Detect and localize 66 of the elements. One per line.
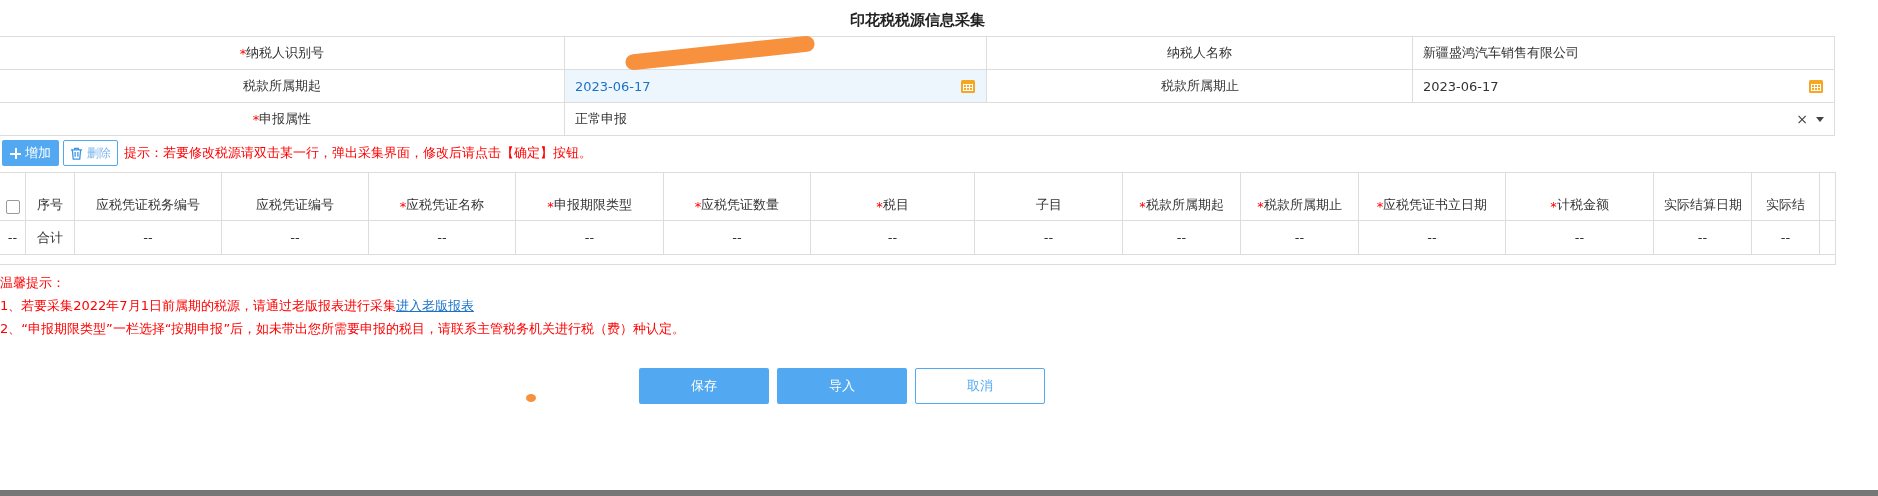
table-cell: --: [732, 230, 742, 245]
field-label: 税款所属期止: [1160, 77, 1239, 95]
column-header: 税款所属期止: [1263, 196, 1342, 214]
date-field[interactable]: 2023-06-17: [1413, 70, 1834, 102]
required-mark: *: [694, 199, 702, 214]
column-header: 计税金额: [1556, 196, 1609, 214]
select-field[interactable]: 正常申报 ×: [565, 103, 1834, 135]
table-cell: --: [1574, 230, 1585, 245]
table-cell: --: [437, 230, 447, 245]
old-report-link[interactable]: 进入老版报表: [395, 298, 474, 313]
field-label: 申报属性: [259, 110, 312, 128]
date-field[interactable]: 2023-06-17: [565, 70, 986, 102]
checkbox[interactable]: [5, 200, 20, 214]
required-mark: *: [399, 199, 407, 214]
required-mark: *: [1376, 199, 1384, 214]
table-cell: --: [887, 230, 898, 245]
add-button[interactable]: 增加: [2, 140, 59, 166]
required-mark: *: [547, 199, 554, 214]
column-header: 税款所属期起: [1145, 196, 1224, 214]
table-cell: --: [1176, 230, 1187, 245]
calendar-icon[interactable]: [1808, 78, 1824, 94]
clear-icon[interactable]: ×: [1796, 111, 1808, 127]
table-cell: 合计: [37, 228, 63, 247]
table-cell: --: [7, 230, 18, 245]
hint-text: 提示：若要修改税源请双击某一行，弹出采集界面，修改后请点击【确定】按钮。: [124, 144, 592, 162]
table-cell: --: [143, 230, 153, 245]
column-header: 税目: [882, 196, 909, 214]
field-value: 新疆盛鸿汽车销售有限公司: [1423, 44, 1579, 62]
action-button[interactable]: 导入: [776, 368, 907, 404]
plus-icon: [10, 147, 21, 159]
annotation-dot: [526, 394, 536, 402]
required-mark: *: [1257, 199, 1264, 214]
table-cell: --: [1427, 230, 1437, 245]
column-header: 应税凭证数量: [701, 196, 780, 214]
table-cell: --: [1043, 230, 1054, 245]
column-header: 序号: [37, 196, 63, 214]
column-header: 实际结算日期: [1663, 196, 1742, 214]
required-mark: *: [252, 111, 260, 127]
column-header: 应税凭证编号: [256, 196, 334, 214]
required-mark: *: [1139, 199, 1146, 214]
column-header: 应税凭证名称: [406, 196, 485, 214]
required-mark: *: [1550, 199, 1557, 214]
required-mark: *: [239, 45, 247, 61]
column-header: 申报期限类型: [553, 196, 632, 214]
table-cell: --: [1697, 230, 1708, 245]
trash-icon: [70, 146, 83, 160]
notice-title: 温馨提示：: [0, 274, 66, 292]
calendar-icon[interactable]: [960, 78, 976, 94]
caret-icon[interactable]: [1816, 116, 1824, 122]
table-cell: --: [1294, 230, 1305, 245]
field-label: 纳税人名称: [1167, 44, 1232, 62]
field-label: 税款所属期起: [243, 77, 321, 95]
action-button[interactable]: 取消: [914, 368, 1045, 404]
notice-text: 2、“申报期限类型”一栏选择“按期申报”后，如未带出您所需要申报的税目，请联系主管税务机关进行税（费）种认定。: [0, 321, 686, 336]
column-header: 应税凭证税务编号: [96, 196, 200, 214]
action-button[interactable]: 保存: [638, 368, 769, 404]
table-cell: --: [584, 230, 595, 245]
notice-text: 1、若要采集2022年7月1日前属期的税源，请通过老版报表进行采集: [0, 298, 396, 313]
field-label: 纳税人识别号: [246, 44, 325, 62]
table-cell: --: [1780, 230, 1791, 245]
required-mark: *: [876, 199, 883, 214]
column-header: 子目: [1035, 196, 1062, 214]
column-header: 实际结: [1766, 196, 1805, 214]
page-title: 印花税税源信息采集: [849, 10, 986, 31]
column-header: 应税凭证书立日期: [1383, 196, 1488, 214]
table-cell: --: [290, 230, 300, 245]
